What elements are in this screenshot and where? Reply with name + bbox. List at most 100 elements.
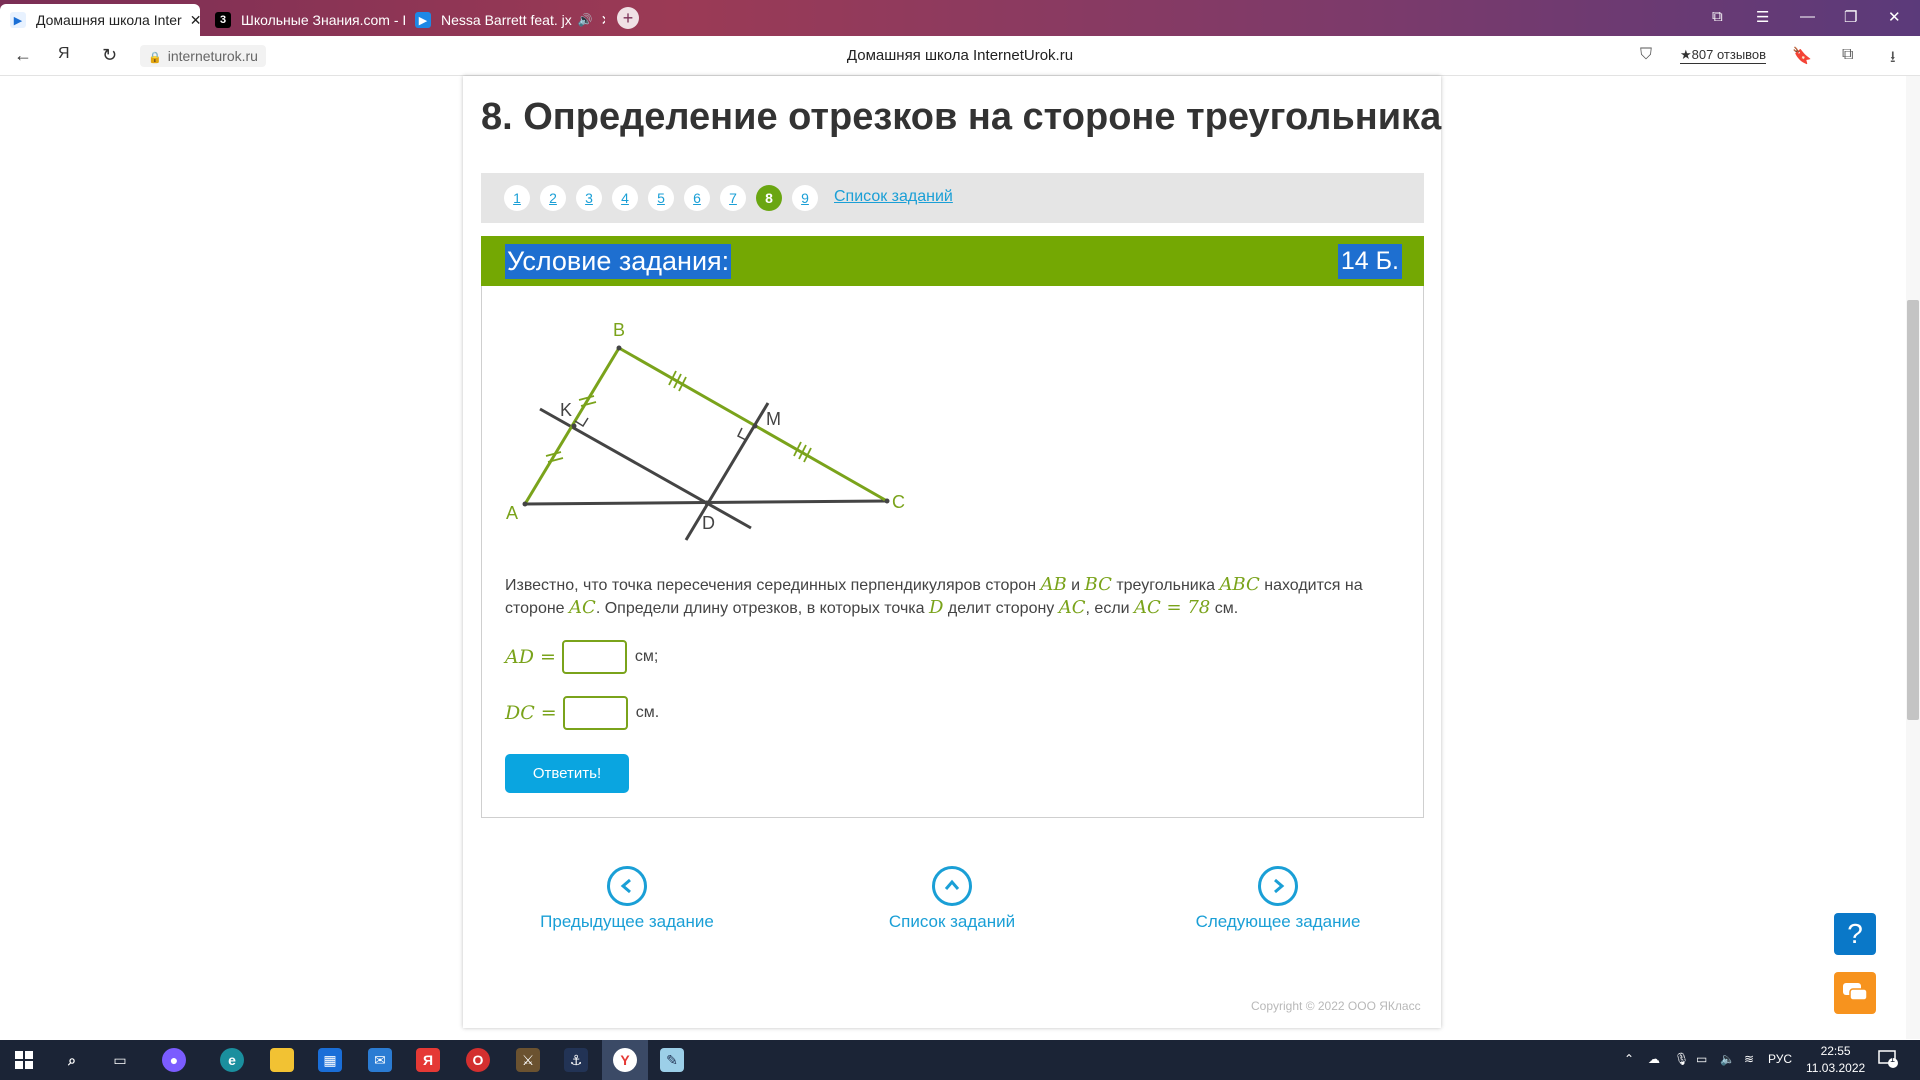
video-icon: ▶ <box>415 12 431 28</box>
tab-bar: ▶ Домашняя школа Inter ✕ 3 Школьные Знан… <box>0 0 1920 36</box>
triangle-sides <box>523 346 888 505</box>
back-icon[interactable]: ← <box>14 45 32 66</box>
label-d: D <box>702 513 715 533</box>
opera-icon[interactable]: O <box>466 1048 490 1072</box>
math-ab: AB <box>1040 574 1067 595</box>
lock-icon: 🔒 <box>148 52 162 64</box>
task-link-9[interactable]: 9 <box>792 185 818 211</box>
math-ac-value: AC = 78 <box>1134 597 1211 618</box>
clock[interactable]: 22:55 11.03.2022 <box>1806 1043 1865 1077</box>
vertex-b <box>616 345 622 351</box>
clock-date: 11.03.2022 <box>1806 1061 1866 1075</box>
math-bc: BC <box>1084 574 1112 595</box>
dc-unit: см. <box>635 704 660 721</box>
address-bar: ← Я ↻ 🔒 interneturok.ru Домашняя школа In… <box>0 36 1920 76</box>
chat-button[interactable] <box>1834 972 1876 1014</box>
triangle-diagram: A B C K M D <box>506 320 905 541</box>
task-link-3[interactable]: 3 <box>576 185 602 211</box>
close-icon[interactable]: ✕ <box>601 12 605 29</box>
label-b: B <box>613 320 625 340</box>
game-icon[interactable]: ⚔ <box>516 1048 540 1072</box>
prev-task-link[interactable]: Предыдущее задание <box>534 866 720 932</box>
store-icon[interactable]: ▦ <box>318 1048 342 1072</box>
chevron-right-icon <box>1258 866 1298 906</box>
folder-icon[interactable] <box>270 1048 294 1072</box>
windows-start-icon[interactable] <box>12 1048 36 1072</box>
tab-label: Домашняя школа Inter <box>36 12 182 28</box>
mail-icon[interactable]: ✉ <box>368 1048 392 1072</box>
dc-label: DC = <box>505 702 557 724</box>
internetUrok-icon: ▶ <box>10 12 26 28</box>
answer-row-dc: DC = см. <box>505 696 659 730</box>
right-angle-m <box>736 427 747 441</box>
answer-row-ad: AD = см; <box>505 640 658 674</box>
download-icon[interactable]: ⭳ <box>1890 46 1896 73</box>
math-abc: ABC <box>1219 574 1260 595</box>
close-icon[interactable]: ✕ <box>190 12 200 29</box>
chat-icon <box>1843 983 1868 1001</box>
restore-icon[interactable]: ❐ <box>1844 8 1857 26</box>
label-c: C <box>892 492 905 512</box>
tray-expand-icon[interactable]: ⌃ <box>1624 1052 1634 1066</box>
vertex-c <box>884 498 890 504</box>
notification-center-icon[interactable]: 1 <box>1878 1050 1900 1070</box>
scrollbar-thumb[interactable] <box>1907 300 1919 720</box>
cloud-icon[interactable]: ☁ <box>1648 1052 1660 1066</box>
tab-label: Nessa Barrett feat. jx <box>441 12 572 28</box>
collections-icon[interactable]: ⧉ <box>1842 46 1853 64</box>
bookmarks-icon[interactable]: ⧉ <box>1712 8 1723 25</box>
task-list-bottom-link[interactable]: Список заданий <box>868 866 1036 932</box>
task-link-6[interactable]: 6 <box>684 185 710 211</box>
submit-button[interactable]: Ответить! <box>505 754 629 793</box>
url-field[interactable]: 🔒 interneturok.ru <box>140 45 266 67</box>
yandex-browser-icon[interactable]: Я <box>416 1048 440 1072</box>
points-badge: 14 Б. <box>1337 244 1402 279</box>
new-tab-button[interactable]: + <box>617 7 639 29</box>
task-link-2[interactable]: 2 <box>540 185 566 211</box>
close-window-icon[interactable]: ✕ <box>1888 8 1901 26</box>
notes-app-icon[interactable]: ✎ <box>660 1048 684 1072</box>
minimize-icon[interactable]: — <box>1800 8 1815 25</box>
yandex-active-icon[interactable]: Y <box>613 1048 637 1072</box>
reload-icon[interactable]: ↻ <box>102 45 117 66</box>
math-d: D <box>928 597 944 618</box>
task-link-4[interactable]: 4 <box>612 185 638 211</box>
task-list-link[interactable]: Список заданий <box>834 188 953 206</box>
task-link-7[interactable]: 7 <box>720 185 746 211</box>
tab-znania[interactable]: 3 Школьные Знания.com - I <box>205 4 405 36</box>
ad-input[interactable] <box>561 640 627 674</box>
vertex-a <box>522 501 528 507</box>
menu-icon[interactable]: ☰ <box>1756 8 1769 26</box>
task-navigation: 1 2 3 4 5 6 7 8 9 Список заданий <box>481 173 1424 223</box>
alice-icon[interactable]: ● <box>162 1048 186 1072</box>
ad-unit: см; <box>634 648 659 665</box>
language-indicator[interactable]: РУС <box>1768 1052 1792 1066</box>
tab-label: Школьные Знания.com - I <box>241 12 405 28</box>
reviews-link[interactable]: ★807 отзывов <box>1680 47 1767 64</box>
task-view-icon[interactable]: ▭ <box>108 1048 132 1072</box>
microphone-icon[interactable]: 🎙 <box>1674 1052 1689 1066</box>
task-link-5[interactable]: 5 <box>648 185 674 211</box>
task-link-1[interactable]: 1 <box>504 185 530 211</box>
task-link-8-current[interactable]: 8 <box>756 185 782 211</box>
search-icon[interactable]: ⌕ <box>60 1048 84 1072</box>
help-button[interactable]: ? <box>1834 913 1876 955</box>
problem-text: Известно, что точка пересечения серединн… <box>505 574 1363 618</box>
speaker-icon[interactable]: 🔊 <box>578 13 593 27</box>
protect-icon[interactable]: ⛉ <box>1640 46 1652 64</box>
bookmark-icon[interactable]: 🔖 <box>1792 46 1812 66</box>
edge-icon[interactable]: e <box>220 1048 244 1072</box>
wifi-icon[interactable]: ≋ <box>1744 1052 1754 1066</box>
ad-label: AD = <box>505 646 556 668</box>
tab-internetUrok[interactable]: ▶ Домашняя школа Inter ✕ <box>0 4 200 36</box>
volume-icon[interactable]: 🔈 <box>1720 1052 1735 1066</box>
right-angle-marks <box>574 417 747 441</box>
yandex-icon[interactable]: Я <box>58 45 70 63</box>
tab-music[interactable]: ▶ Nessa Barrett feat. jx 🔊 ✕ <box>405 4 605 36</box>
battery-icon[interactable]: ▭ <box>1696 1052 1707 1066</box>
next-task-link[interactable]: Следующее задание <box>1186 866 1370 932</box>
page-title: 8. Определение отрезков на стороне треуг… <box>481 96 1442 138</box>
condition-header: Условие задания: 14 Б. <box>481 236 1424 286</box>
ship-game-icon[interactable]: ⚓ <box>564 1048 588 1072</box>
dc-input[interactable] <box>562 696 628 730</box>
